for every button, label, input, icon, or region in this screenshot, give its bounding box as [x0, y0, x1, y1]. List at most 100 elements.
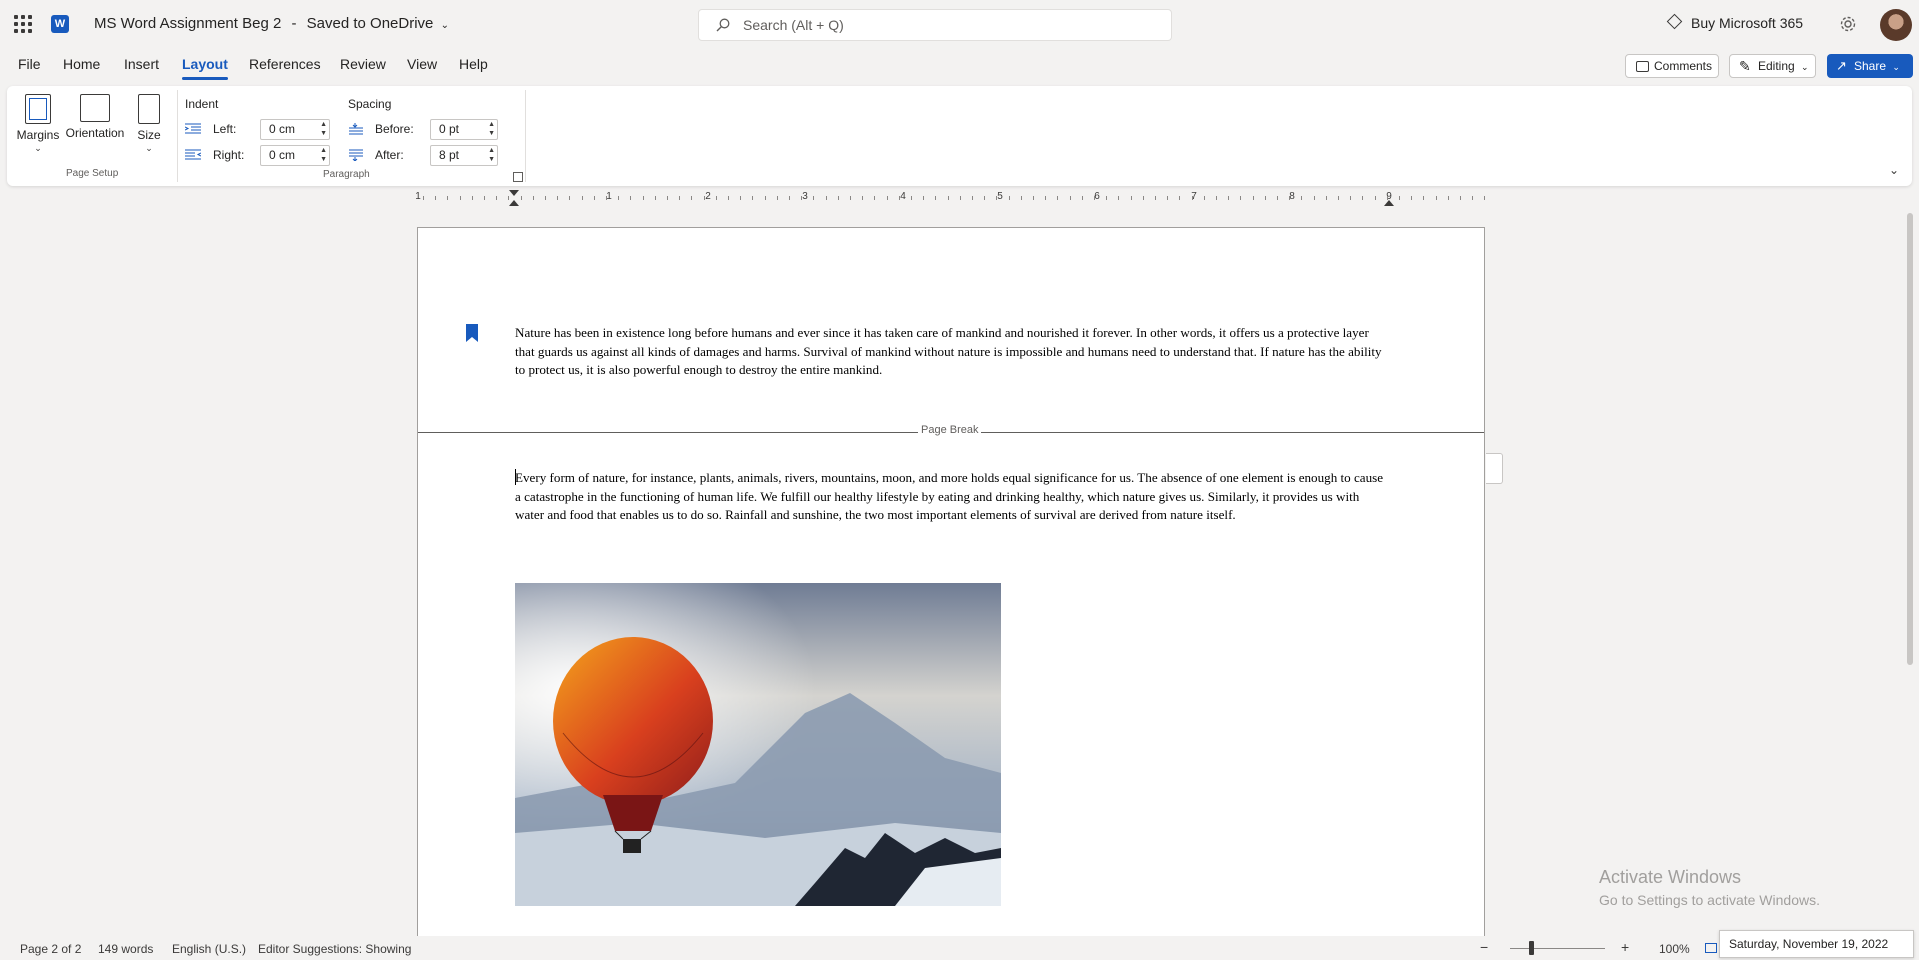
user-avatar[interactable]: [1880, 9, 1912, 41]
spacing-before-value: 0 pt: [439, 122, 460, 136]
tab-view[interactable]: View: [407, 56, 437, 72]
ruler-tick: [703, 196, 705, 200]
spacing-before-label: Before:: [375, 122, 414, 136]
app-launcher-icon[interactable]: [14, 15, 32, 33]
hot-air-balloon-image[interactable]: [515, 583, 1001, 906]
ruler-tick: [557, 196, 559, 200]
chevron-down-icon: ⌄: [34, 143, 42, 153]
orientation-button[interactable]: Orientation: [64, 94, 126, 140]
indent-left-icon: [185, 123, 201, 134]
tab-references[interactable]: References: [249, 56, 321, 72]
ruler-tick: [1386, 196, 1388, 200]
watermark-title: Activate Windows: [1599, 867, 1742, 887]
comments-button[interactable]: Comments: [1625, 54, 1719, 78]
buy-microsoft-365-button[interactable]: Buy Microsoft 365: [1666, 13, 1803, 31]
save-status: Saved to OneDrive: [306, 15, 434, 32]
ruler-tick: [642, 196, 644, 200]
ruler-tick: [813, 196, 815, 200]
tab-review[interactable]: Review: [340, 56, 386, 72]
collapse-ribbon-chevron-icon[interactable]: ⌄: [1889, 163, 1899, 177]
tab-layout[interactable]: Layout: [182, 56, 228, 80]
ruler-tick: [691, 196, 693, 200]
indent-left-input[interactable]: 0 cm ▲ ▼: [260, 119, 330, 140]
zoom-in-icon[interactable]: +: [1621, 939, 1629, 955]
ruler-tick: [801, 196, 803, 200]
indent-right-icon: [185, 149, 201, 160]
spin-arrows-icon[interactable]: ▲ ▼: [488, 146, 495, 164]
ruler-tick: [1374, 196, 1376, 200]
tab-home[interactable]: Home: [63, 56, 100, 72]
ruler-tick: [1008, 196, 1010, 200]
word-count[interactable]: 149 words: [98, 942, 153, 956]
indent-left-label: Left:: [213, 122, 237, 136]
margins-button[interactable]: Margins ⌄: [16, 94, 60, 154]
body-paragraph[interactable]: Nature has been in existence long before…: [515, 324, 1385, 380]
ruler-tick: [459, 196, 461, 200]
spin-arrows-icon[interactable]: ▲ ▼: [320, 146, 327, 164]
ruler-tick: [764, 196, 766, 200]
indent-right-input[interactable]: 0 cm ▲ ▼: [260, 145, 330, 166]
zoom-out-icon[interactable]: −: [1480, 939, 1488, 955]
search-placeholder: Search (Alt + Q): [743, 17, 844, 33]
document-canvas[interactable]: Nature has been in existence long before…: [0, 210, 1919, 936]
spacing-before-input[interactable]: 0 pt ▲ ▼: [430, 119, 498, 140]
zoom-slider-thumb[interactable]: [1529, 941, 1534, 955]
ruler-tick: [959, 196, 961, 200]
editor-suggestions[interactable]: Editor Suggestions: Showing: [258, 942, 411, 956]
size-button[interactable]: Size ⌄: [131, 94, 167, 154]
chevron-down-icon: ⌄: [440, 20, 449, 31]
zoom-level[interactable]: 100%: [1659, 942, 1690, 956]
body-paragraph[interactable]: Every form of nature, for instance, plan…: [515, 469, 1385, 525]
ruler-tick: [789, 196, 790, 200]
ruler-tick: [667, 196, 668, 200]
fit-page-icon[interactable]: [1705, 943, 1717, 953]
right-indent-marker[interactable]: [1384, 200, 1394, 206]
page-break-label: Page Break: [918, 424, 982, 436]
ruler-tick: [484, 196, 485, 200]
tab-file[interactable]: File: [18, 56, 41, 72]
indent-heading: Indent: [185, 97, 219, 111]
tab-insert[interactable]: Insert: [124, 56, 159, 72]
first-line-indent-marker[interactable]: [509, 190, 519, 196]
side-pane-tab[interactable]: [1486, 453, 1503, 484]
spacing-heading: Spacing: [348, 97, 392, 111]
horizontal-ruler[interactable]: 1 1 2 3 4 5 6 7 8 9: [415, 190, 1486, 206]
ribbon-divider: [525, 90, 526, 182]
watermark-subtitle: Go to Settings to activate Windows.: [1599, 892, 1820, 908]
ruler-tick: [923, 196, 925, 200]
spacing-after-input[interactable]: 8 pt ▲ ▼: [430, 145, 498, 166]
ruler-tick: [1264, 196, 1266, 200]
ruler-tick: [1252, 196, 1254, 200]
tab-help[interactable]: Help: [459, 56, 488, 72]
ruler-tick: [1460, 196, 1461, 200]
share-button[interactable]: ↗ Share ⌄: [1827, 54, 1913, 78]
spin-arrows-icon[interactable]: ▲ ▼: [320, 120, 327, 138]
vertical-scrollbar[interactable]: [1907, 213, 1913, 665]
search-icon: [716, 18, 730, 32]
gear-icon[interactable]: [1838, 14, 1858, 34]
ruler-tick: [728, 196, 729, 200]
search-box[interactable]: Search (Alt + Q): [698, 9, 1172, 41]
zoom-slider[interactable]: [1510, 948, 1605, 949]
document-title[interactable]: MS Word Assignment Beg 2 - Saved to OneD…: [94, 15, 449, 32]
page-count[interactable]: Page 2 of 2: [20, 942, 81, 956]
ruler-tick: [618, 196, 620, 200]
bookmark-icon[interactable]: [466, 324, 478, 342]
ruler-tick: [532, 196, 534, 200]
left-indent-marker[interactable]: [509, 200, 519, 206]
ribbon-divider: [177, 90, 178, 182]
ruler-tick: [850, 196, 851, 200]
spacing-before-row: Before:: [347, 121, 427, 141]
language[interactable]: English (U.S.): [172, 942, 246, 956]
title-bar: W MS Word Assignment Beg 2 - Saved to On…: [0, 0, 1919, 50]
paragraph-dialog-launcher-icon[interactable]: [513, 172, 523, 182]
indent-left-value: 0 cm: [269, 122, 296, 136]
comment-icon: [1636, 61, 1649, 72]
editing-mode-button[interactable]: ✎ Editing ⌄: [1729, 54, 1816, 78]
document-page[interactable]: Nature has been in existence long before…: [417, 227, 1485, 936]
ruler-tick: [1167, 196, 1169, 200]
spin-arrows-icon[interactable]: ▲ ▼: [488, 120, 495, 138]
comments-label: Comments: [1654, 59, 1713, 73]
ruler-tick: [1179, 196, 1181, 200]
ruler-tick: [825, 196, 827, 200]
